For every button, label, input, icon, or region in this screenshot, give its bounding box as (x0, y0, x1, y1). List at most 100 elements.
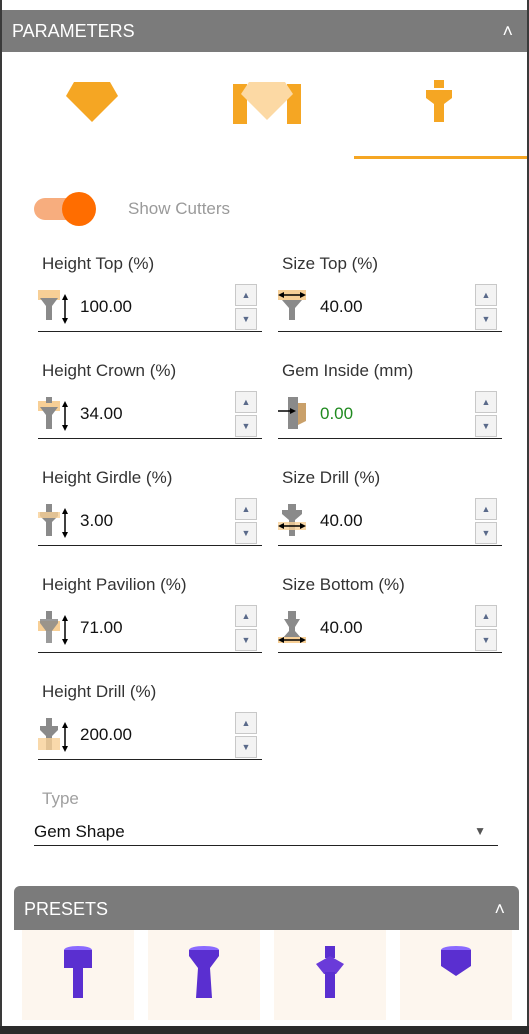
preset-cutter-1[interactable] (22, 930, 134, 1020)
height-crown-label: Height Crown (%) (42, 361, 177, 380)
decrement-button[interactable]: ▼ (235, 415, 257, 437)
input-underline (278, 652, 502, 653)
tab-gem[interactable] (7, 60, 177, 160)
preset-cutter-2[interactable] (148, 930, 260, 1020)
height-crown-icon (38, 397, 68, 431)
active-tab-indicator (354, 156, 527, 159)
cutter-preset-icon (64, 946, 92, 998)
input-underline (278, 331, 502, 332)
chevron-up-icon[interactable]: ˄ (494, 886, 505, 932)
height-top-field: Height Top (%) 100.00 ▲ ▼ (38, 254, 267, 344)
show-cutters-label: Show Cutters (128, 199, 231, 218)
size-top-value[interactable]: 40.00 (320, 297, 363, 317)
cutter-icon (426, 80, 452, 122)
height-pavilion-icon (38, 611, 68, 645)
height-girdle-value[interactable]: 3.00 (80, 511, 113, 531)
decrement-button[interactable]: ▼ (475, 629, 497, 651)
decrement-button[interactable]: ▼ (475, 415, 497, 437)
cutter-preset-icon (189, 946, 219, 998)
preset-cutter-3[interactable] (274, 930, 386, 1020)
height-girdle-spinner: ▲ ▼ (235, 498, 257, 544)
input-underline (278, 438, 502, 439)
presets-header[interactable]: PRESETS ˄ (14, 886, 519, 930)
presets-title: PRESETS (24, 899, 109, 919)
decrement-button[interactable]: ▼ (475, 522, 497, 544)
height-drill-value[interactable]: 200.00 (80, 725, 132, 745)
height-girdle-field: Height Girdle (%) 3.00 ▲ ▼ (38, 468, 267, 558)
gem-inside-icon (278, 397, 306, 429)
gem-icon (66, 82, 118, 122)
height-pavilion-label: Height Pavilion (%) (42, 575, 187, 594)
height-top-spinner: ▲ ▼ (235, 284, 257, 330)
type-select[interactable]: Gem Shape ▼ (34, 818, 498, 846)
height-girdle-label: Height Girdle (%) (42, 468, 173, 487)
height-pavilion-spinner: ▲ ▼ (235, 605, 257, 651)
size-top-spinner: ▲ ▼ (475, 284, 497, 330)
input-underline (38, 545, 262, 546)
tab-bar (2, 60, 527, 160)
input-underline (38, 331, 262, 332)
tab-setting[interactable] (182, 60, 352, 160)
decrement-button[interactable]: ▼ (235, 308, 257, 330)
bottom-bar (0, 1026, 529, 1034)
cutter-preset-icon (441, 946, 471, 976)
size-bottom-field: Size Bottom (%) 40.00 ▲ ▼ (278, 575, 507, 665)
chevron-up-icon[interactable]: ˄ (502, 10, 513, 52)
size-drill-field: Size Drill (%) 40.00 ▲ ▼ (278, 468, 507, 558)
gem-inside-label: Gem Inside (mm) (282, 361, 414, 380)
increment-button[interactable]: ▲ (475, 498, 497, 520)
size-bottom-value[interactable]: 40.00 (320, 618, 363, 638)
size-drill-icon (278, 504, 306, 536)
increment-button[interactable]: ▲ (475, 391, 497, 413)
toggle-knob (62, 192, 96, 226)
increment-button[interactable]: ▲ (235, 391, 257, 413)
setting-icon (233, 82, 301, 124)
gem-inside-field: Gem Inside (mm) 0.00 ▲ ▼ (278, 361, 507, 451)
decrement-button[interactable]: ▼ (235, 522, 257, 544)
size-bottom-label: Size Bottom (%) (282, 575, 405, 594)
size-drill-value[interactable]: 40.00 (320, 511, 363, 531)
increment-button[interactable]: ▲ (475, 605, 497, 627)
height-top-icon (38, 290, 68, 324)
height-drill-spinner: ▲ ▼ (235, 712, 257, 758)
height-top-label: Height Top (%) (42, 254, 155, 273)
increment-button[interactable]: ▲ (235, 284, 257, 306)
size-bottom-icon (278, 611, 306, 643)
input-underline (38, 652, 262, 653)
chevron-down-icon: ▼ (474, 824, 486, 838)
increment-button[interactable]: ▲ (235, 605, 257, 627)
parameters-panel: PARAMETERS ˄ Show Cutters Height Top (%)… (0, 0, 529, 1034)
type-selected-value: Gem Shape (34, 822, 125, 841)
gem-inside-value[interactable]: 0.00 (320, 404, 353, 424)
height-drill-field: Height Drill (%) 200.00 ▲ ▼ (38, 682, 267, 772)
height-top-value[interactable]: 100.00 (80, 297, 132, 317)
height-crown-value[interactable]: 34.00 (80, 404, 123, 424)
gem-inside-spinner: ▲ ▼ (475, 391, 497, 437)
input-underline (278, 545, 502, 546)
preset-cutter-4[interactable] (400, 930, 512, 1020)
increment-button[interactable]: ▲ (235, 712, 257, 734)
input-underline (38, 759, 262, 760)
height-crown-spinner: ▲ ▼ (235, 391, 257, 437)
height-crown-field: Height Crown (%) 34.00 ▲ ▼ (38, 361, 267, 451)
size-bottom-spinner: ▲ ▼ (475, 605, 497, 651)
height-girdle-icon (38, 504, 68, 538)
decrement-button[interactable]: ▼ (235, 629, 257, 651)
show-cutters-toggle[interactable] (34, 192, 96, 226)
height-drill-icon (38, 718, 68, 752)
height-pavilion-value[interactable]: 71.00 (80, 618, 123, 638)
parameters-title: PARAMETERS (12, 21, 135, 41)
size-top-field: Size Top (%) 40.00 ▲ ▼ (278, 254, 507, 344)
tab-cutter[interactable] (354, 60, 524, 160)
height-drill-label: Height Drill (%) (42, 682, 157, 701)
parameters-header[interactable]: PARAMETERS ˄ (2, 10, 527, 52)
size-drill-label: Size Drill (%) (282, 468, 381, 487)
increment-button[interactable]: ▲ (235, 498, 257, 520)
type-label: Type (42, 789, 79, 808)
increment-button[interactable]: ▲ (475, 284, 497, 306)
size-top-icon (278, 290, 306, 320)
decrement-button[interactable]: ▼ (235, 736, 257, 758)
size-drill-spinner: ▲ ▼ (475, 498, 497, 544)
input-underline (38, 438, 262, 439)
decrement-button[interactable]: ▼ (475, 308, 497, 330)
